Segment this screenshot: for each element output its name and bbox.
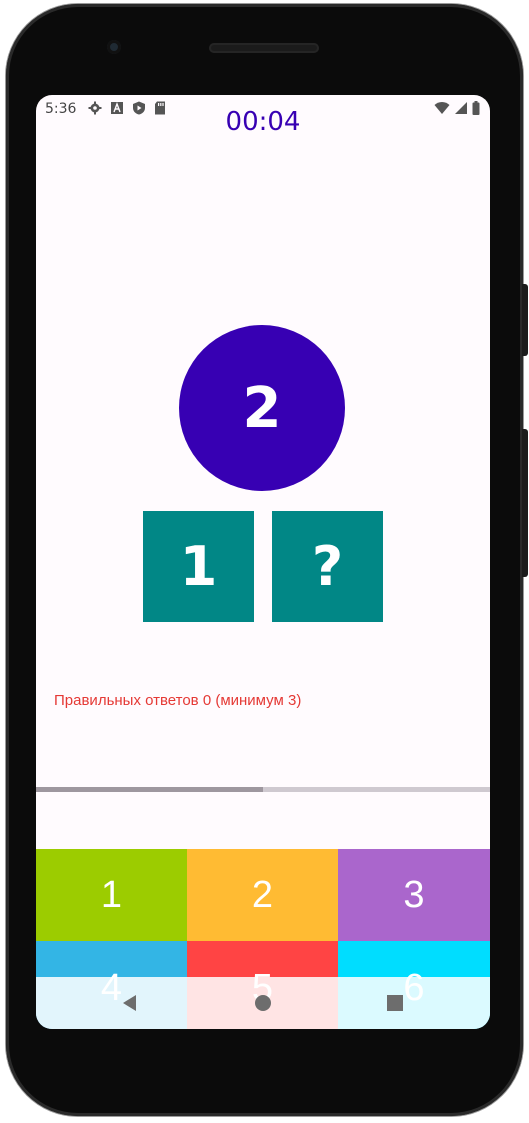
correct-answers-text: Правильных ответов 0 (минимум 3) bbox=[54, 692, 302, 709]
navigation-bar bbox=[36, 977, 490, 1029]
power-button bbox=[522, 284, 528, 356]
key-2[interactable]: 2 bbox=[187, 849, 338, 941]
key-1-label: 1 bbox=[100, 873, 123, 916]
volume-button bbox=[522, 429, 528, 577]
recents-icon bbox=[387, 995, 403, 1011]
key-2-label: 2 bbox=[251, 873, 274, 916]
earpiece-speaker bbox=[209, 43, 319, 53]
back-icon bbox=[123, 995, 136, 1011]
key-3-label: 3 bbox=[403, 873, 425, 916]
nav-back-button[interactable] bbox=[100, 977, 160, 1029]
equation-tile-2: ? bbox=[272, 511, 383, 622]
target-number: 2 bbox=[242, 375, 282, 441]
app-screen: 5:36 00:04 2 1 ? Правильных ответов 0 (м… bbox=[36, 95, 490, 1029]
front-camera bbox=[107, 40, 121, 54]
key-1[interactable]: 1 bbox=[36, 849, 187, 941]
progress-bar-fill bbox=[36, 787, 263, 792]
nav-recents-button[interactable] bbox=[365, 977, 425, 1029]
equation-tile-2-value: ? bbox=[311, 535, 344, 598]
progress-bar bbox=[36, 787, 490, 792]
nav-home-button[interactable] bbox=[233, 977, 293, 1029]
equation-tile-1-value: 1 bbox=[179, 535, 218, 598]
timer-display: 00:04 bbox=[225, 107, 301, 137]
home-icon bbox=[255, 995, 271, 1011]
key-3[interactable]: 3 bbox=[338, 849, 490, 941]
equation-tile-1: 1 bbox=[143, 511, 254, 622]
phone-frame: 5:36 00:04 2 1 ? Правильных ответов 0 (м… bbox=[6, 4, 528, 1116]
target-number-circle: 2 bbox=[179, 325, 345, 491]
